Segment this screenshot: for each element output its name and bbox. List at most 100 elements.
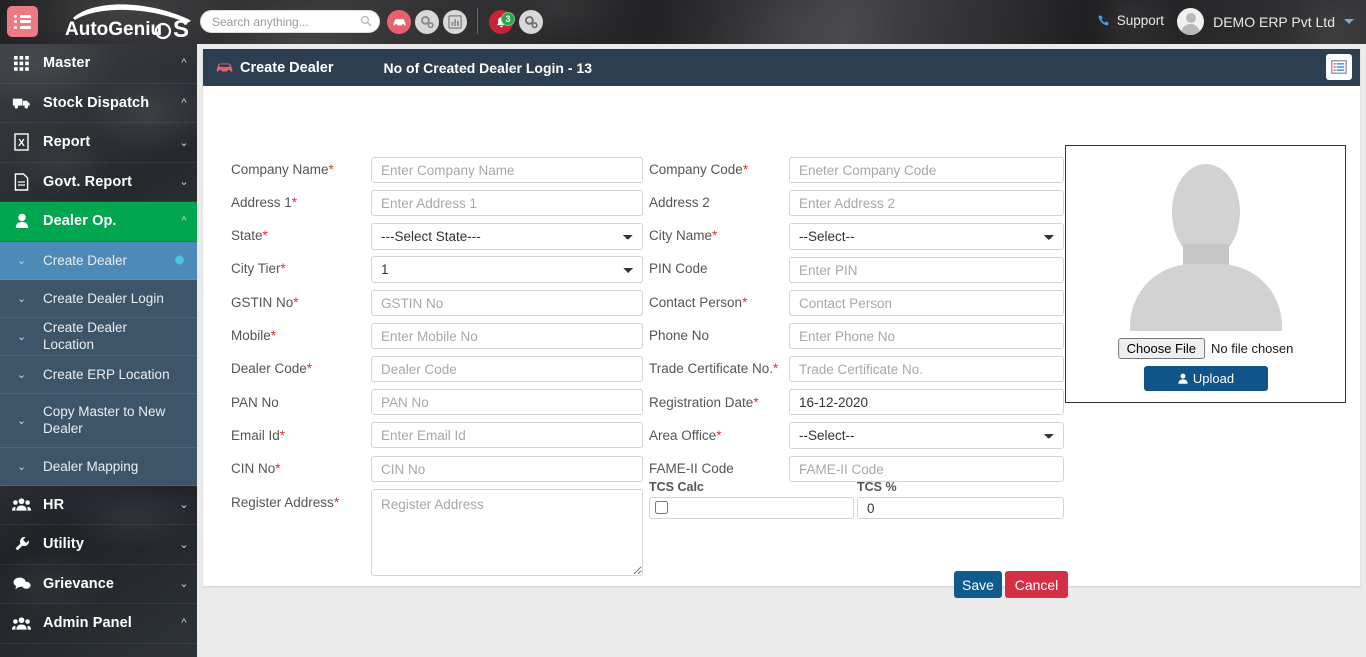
file-picker-row[interactable]: Choose File No file chosen bbox=[1117, 338, 1293, 359]
chevron-down-icon[interactable]: ⌄ bbox=[171, 136, 197, 149]
chevron-up-icon[interactable]: ^ bbox=[171, 57, 197, 69]
save-button[interactable]: Save bbox=[954, 571, 1002, 598]
sidebar-item-dealer-op[interactable]: Dealer Op. ^ bbox=[0, 202, 197, 242]
bar-chart-icon[interactable] bbox=[443, 10, 467, 34]
create-dealer-panel: Create Dealer No of Created Dealer Login… bbox=[203, 49, 1360, 598]
chevron-up-icon[interactable]: ^ bbox=[171, 97, 197, 109]
trade-certificate-no-input[interactable] bbox=[789, 356, 1064, 382]
top-header-bar: AutoGeniu S 3 bbox=[0, 0, 1366, 44]
header-divider bbox=[477, 8, 478, 34]
chevron-up-icon[interactable]: ^ bbox=[171, 617, 197, 629]
company-name-input[interactable] bbox=[371, 157, 643, 183]
registration-date-input[interactable] bbox=[789, 389, 1064, 415]
chevron-down-icon[interactable]: ⌄ bbox=[0, 368, 43, 381]
pin-code-input[interactable] bbox=[789, 257, 1064, 283]
gstin-no-input[interactable] bbox=[371, 290, 643, 316]
search-box[interactable] bbox=[200, 10, 380, 33]
settings-gears-icon[interactable] bbox=[519, 10, 543, 34]
field-label-city-tier: City Tier* bbox=[231, 261, 286, 276]
fame-ii-code-input[interactable] bbox=[789, 456, 1064, 482]
chevron-down-icon[interactable]: ⌄ bbox=[171, 498, 197, 511]
field-label-phone-no: Phone No bbox=[649, 328, 710, 343]
support-button[interactable]: Support bbox=[1097, 13, 1164, 28]
sidebar-subitem-create-dealer-location[interactable]: ⌄ Create Dealer Location bbox=[0, 317, 197, 356]
state-select[interactable]: ---Select State--- bbox=[371, 223, 643, 250]
dealer-form: Company Name* Address 1* State* ---Selec… bbox=[203, 86, 1360, 598]
city-name-select[interactable]: --Select-- bbox=[789, 223, 1064, 250]
car-icon bbox=[215, 61, 234, 74]
chevron-down-icon[interactable]: ⌄ bbox=[171, 577, 197, 590]
area-office-select[interactable]: --Select-- bbox=[789, 422, 1064, 449]
upload-button[interactable]: Upload bbox=[1143, 366, 1268, 391]
sidebar-item-label: Govt. Report bbox=[43, 173, 133, 190]
gears-icon[interactable] bbox=[415, 10, 439, 34]
dealer-code-input[interactable] bbox=[371, 356, 643, 382]
tcs-percent-input[interactable] bbox=[857, 497, 1064, 519]
field-label-dealer-code: Dealer Code* bbox=[231, 361, 313, 376]
car-icon[interactable] bbox=[387, 10, 411, 34]
sidebar-subitem-copy-master-to-new-dealer[interactable]: ⌄ Copy Master to New Dealer bbox=[0, 393, 197, 448]
sidebar-item-report[interactable]: X Report ⌄ bbox=[0, 123, 197, 163]
sidebar-item-stock-dispatch[interactable]: Stock Dispatch ^ bbox=[0, 84, 197, 123]
contact-person-input[interactable] bbox=[789, 290, 1064, 316]
phone-icon bbox=[1098, 15, 1109, 26]
company-code-input[interactable] bbox=[789, 157, 1064, 183]
cin-no-input[interactable] bbox=[371, 456, 643, 482]
sidebar-subitem-create-dealer[interactable]: ⌄ Create Dealer bbox=[0, 241, 197, 280]
tcs-calc-field[interactable] bbox=[649, 497, 854, 519]
city-tier-select[interactable]: 1 bbox=[371, 256, 643, 283]
svg-text:S: S bbox=[173, 16, 189, 43]
field-label-state: State* bbox=[231, 228, 268, 243]
wrench-icon bbox=[0, 536, 43, 552]
chevron-down-icon[interactable]: ⌄ bbox=[0, 292, 43, 305]
field-label-area-office: Area Office* bbox=[649, 428, 722, 443]
sidebar-item-govt-report[interactable]: Govt. Report ⌄ bbox=[0, 163, 197, 202]
sidebar-item-label: Grievance bbox=[43, 575, 115, 592]
phone-no-input[interactable] bbox=[789, 323, 1064, 349]
sidebar-item-admin-panel[interactable]: Admin Panel ^ bbox=[0, 604, 197, 644]
register-address-textarea[interactable] bbox=[371, 489, 643, 576]
chevron-down-icon[interactable]: ⌄ bbox=[171, 175, 197, 188]
sidebar-item-hr[interactable]: HR ⌄ bbox=[0, 486, 197, 525]
field-label-pan-no: PAN No bbox=[231, 395, 279, 410]
document-icon bbox=[0, 173, 43, 191]
chevron-up-icon[interactable]: ^ bbox=[171, 215, 197, 227]
brand-logo[interactable]: AutoGeniu S bbox=[55, 0, 205, 44]
sidebar-item-label: Dealer Op. bbox=[43, 213, 117, 230]
tcs-calc-checkbox[interactable] bbox=[655, 501, 668, 514]
address-2-input[interactable] bbox=[789, 190, 1064, 216]
sidebar-item-grievance[interactable]: Grievance ⌄ bbox=[0, 565, 197, 604]
choose-file-button[interactable]: Choose File bbox=[1117, 338, 1205, 359]
upload-icon bbox=[1178, 373, 1188, 384]
sidebar-subitem-create-dealer-login[interactable]: ⌄ Create Dealer Login bbox=[0, 279, 197, 318]
chevron-down-icon[interactable]: ⌄ bbox=[0, 330, 43, 343]
chevron-down-icon[interactable]: ⌄ bbox=[0, 254, 43, 267]
sidebar-subitem-create-erp-location[interactable]: ⌄ Create ERP Location bbox=[0, 355, 197, 394]
chevron-down-icon[interactable]: ⌄ bbox=[0, 460, 43, 473]
chevron-down-icon[interactable] bbox=[1344, 19, 1354, 24]
notification-bell-icon[interactable]: 3 bbox=[489, 10, 515, 34]
address-1-input[interactable] bbox=[371, 190, 643, 216]
email-id-input[interactable] bbox=[371, 422, 643, 448]
list-view-icon[interactable] bbox=[1326, 54, 1352, 80]
chevron-down-icon[interactable]: ⌄ bbox=[0, 414, 43, 427]
support-label: Support bbox=[1116, 13, 1164, 28]
sidebar-subitem-dealer-mapping[interactable]: ⌄ Dealer Mapping bbox=[0, 447, 197, 486]
sidebar-item-utility[interactable]: Utility ⌄ bbox=[0, 525, 197, 565]
field-label-city-name: City Name* bbox=[649, 228, 718, 243]
sidebar-item-label: Report bbox=[43, 134, 91, 151]
cancel-button[interactable]: Cancel bbox=[1005, 571, 1068, 598]
pan-no-input[interactable] bbox=[371, 389, 643, 415]
field-label-company-code: Company Code* bbox=[649, 162, 749, 177]
sidebar-item-label: Stock Dispatch bbox=[43, 94, 150, 111]
list-menu-icon[interactable] bbox=[7, 6, 38, 37]
user-icon bbox=[0, 213, 43, 229]
chevron-down-icon[interactable]: ⌄ bbox=[171, 538, 197, 551]
sidebar-subitem-label: Create ERP Location bbox=[43, 366, 170, 382]
mobile-input[interactable] bbox=[371, 323, 643, 349]
user-menu[interactable]: DEMO ERP Pvt Ltd bbox=[1177, 8, 1354, 35]
sidebar-item-master[interactable]: Master ^ bbox=[0, 44, 197, 84]
sidebar-subitem-label: Copy Master to New Dealer bbox=[43, 404, 166, 436]
search-input[interactable] bbox=[200, 10, 380, 33]
sidebar: Master ^ Stock Dispatch ^ X Report ⌄ Gov… bbox=[0, 44, 197, 657]
